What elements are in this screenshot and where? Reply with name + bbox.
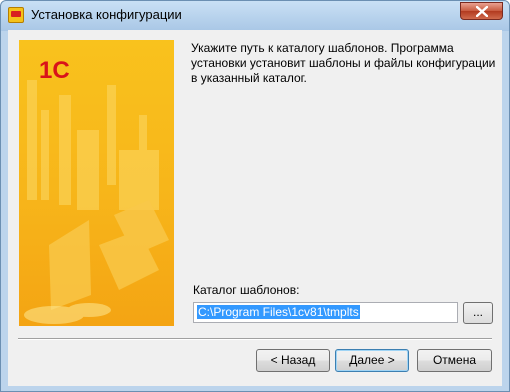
app-1c-icon — [8, 7, 24, 23]
dialog-client-area: 1С Укажите путь к каталогу шаблонов. Про… — [8, 30, 502, 386]
back-button[interactable]: < Назад — [256, 349, 330, 372]
close-button[interactable] — [460, 2, 503, 20]
window-title: Установка конфигурации — [31, 7, 182, 22]
close-icon — [476, 6, 488, 17]
title-bar[interactable]: Установка конфигурации — [1, 1, 509, 29]
separator-line — [18, 338, 492, 340]
installer-window: Установка конфигурации 1С Укажите путь к… — [0, 0, 510, 392]
catalog-label: Каталог шаблонов: — [193, 283, 300, 297]
wizard-banner-image: 1С — [19, 40, 174, 326]
cancel-button[interactable]: Отмена — [417, 349, 492, 372]
logo-1c-text: 1С — [39, 57, 70, 84]
instruction-text: Укажите путь к каталогу шаблонов. Програ… — [191, 41, 496, 85]
catalog-path-value: C:\Program Files\1cv81\tmplts — [197, 305, 360, 319]
next-button[interactable]: Далее > — [335, 349, 409, 372]
browse-button[interactable]: ... — [463, 302, 493, 324]
catalog-path-input[interactable]: C:\Program Files\1cv81\tmplts — [193, 302, 458, 323]
